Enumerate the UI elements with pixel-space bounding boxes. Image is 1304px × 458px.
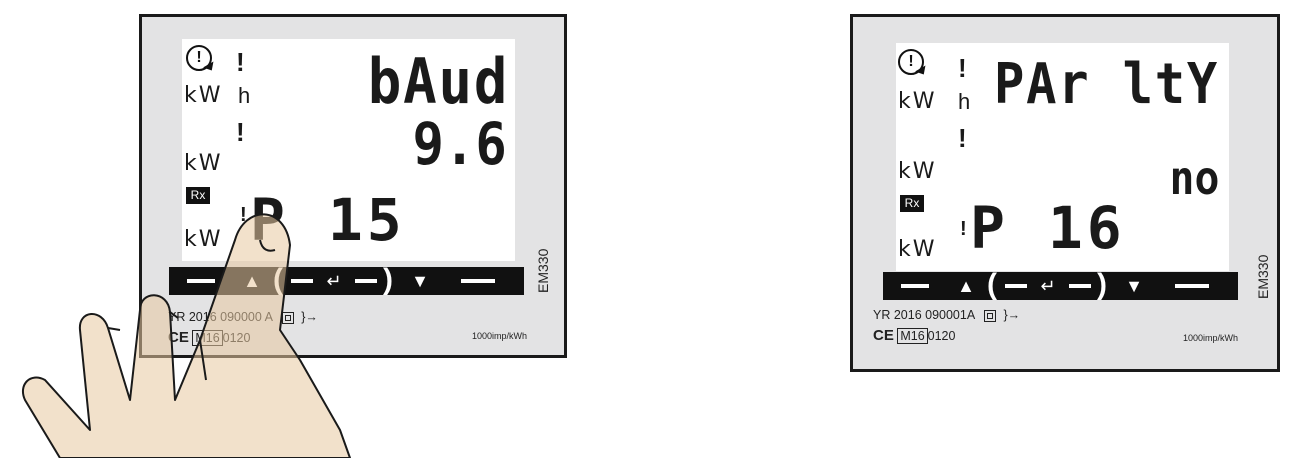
pointing-hand-icon bbox=[22, 213, 351, 458]
